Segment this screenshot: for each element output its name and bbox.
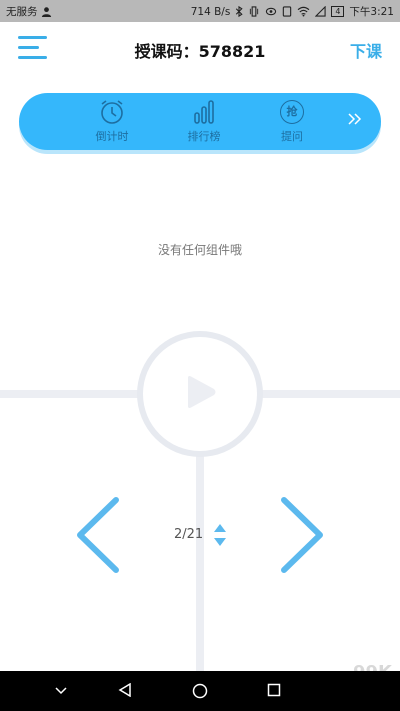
previous-page-button[interactable] [74,496,122,574]
recent-apps-icon[interactable] [267,683,281,697]
bar-chart-icon [194,100,214,124]
battery-icon: 4 [331,6,345,17]
home-icon[interactable] [192,683,208,699]
end-class-button[interactable]: 下课 [350,38,382,62]
tool-countdown[interactable]: 倒计时 [82,99,142,144]
track-line-right [260,390,400,398]
page-stepper-icon[interactable] [212,522,228,548]
signal-off-icon [315,6,326,17]
alarm-clock-icon [101,100,123,124]
page-title: 授课码：578821 [134,42,266,61]
play-icon [188,376,216,408]
system-nav-bar [0,671,400,711]
carrier-text: 无服务 [6,6,38,18]
vibrate-icon [250,6,259,17]
grab-icon: 抢 [280,100,304,124]
more-tools-button[interactable] [347,111,363,130]
page-indicator: 2/21 [174,527,204,542]
bluetooth-icon [236,6,243,17]
hide-keyboard-icon[interactable] [54,683,68,697]
tool-leaderboard[interactable]: 排行榜 [174,99,234,144]
user-icon [41,7,51,17]
tool-label: 倒计时 [95,130,129,143]
back-icon[interactable] [118,683,132,697]
nfc-icon [283,6,292,17]
tool-label: 提问 [281,130,303,143]
next-page-button[interactable] [278,496,326,574]
wifi-icon [297,6,310,17]
status-bar: 无服务 714 B/s 4 下午3:21 [0,0,400,22]
double-chevron-right-icon [348,113,362,125]
empty-state-text: 没有任何组件哦 [157,243,242,257]
track-line-vertical [196,452,204,672]
eye-icon [266,7,277,16]
track-line-left [0,390,140,398]
network-speed: 714 B/s [190,5,231,18]
clock: 下午3:21 [349,6,394,18]
toolbar: 倒计时 排行榜 抢 提问 [19,93,381,150]
tool-question[interactable]: 抢 提问 [262,99,322,144]
tool-label: 排行榜 [187,130,221,143]
